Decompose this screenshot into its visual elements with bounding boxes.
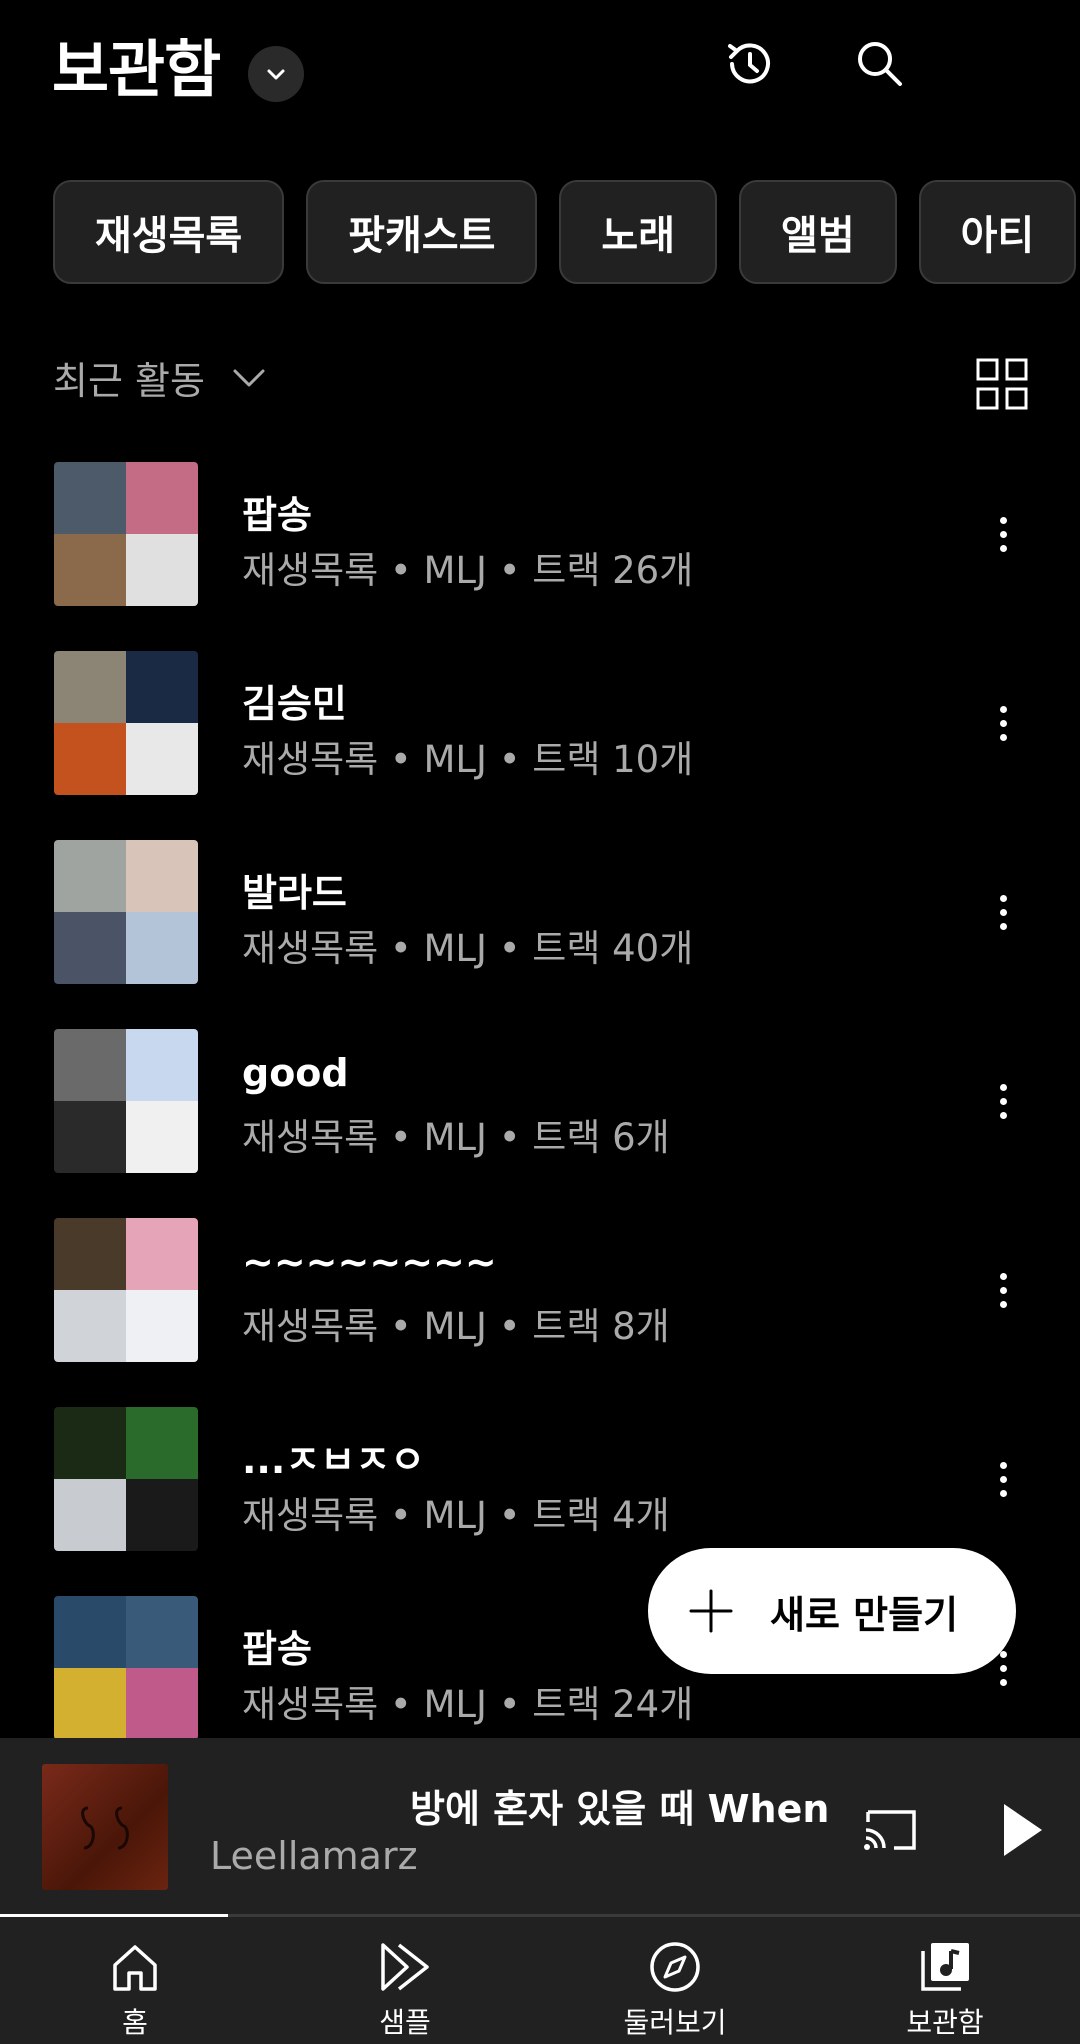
playlist-title: 김승민 <box>242 682 347 726</box>
playlist-subtitle: 재생목록 • MLJ • 트랙 6개 <box>242 1116 670 1159</box>
play-icon[interactable] <box>990 1794 1054 1866</box>
library-icon <box>921 1943 969 1991</box>
playlist-title: 발라드 <box>242 871 347 915</box>
list-item[interactable]: good 재생목록 • MLJ • 트랙 6개 <box>0 1029 1080 1218</box>
playlist-thumbnail <box>54 1407 198 1551</box>
chip-playlists[interactable]: 재생목록 <box>53 180 285 284</box>
nav-home-label: 홈 <box>122 2006 148 2039</box>
list-item[interactable]: 발라드 재생목록 • MLJ • 트랙 40개 <box>0 840 1080 1029</box>
playlist-subtitle: 재생목록 • MLJ • 트랙 40개 <box>242 927 694 970</box>
now-playing-artist: Leellamarz <box>210 1834 418 1878</box>
chip-artists[interactable]: 아티 <box>918 180 1077 284</box>
filter-chips: 재생목록 팟캐스트 노래 앨범 아티 <box>53 180 1077 284</box>
playlist-thumbnail <box>54 840 198 984</box>
playlist-subtitle: 재생목록 • MLJ • 트랙 8개 <box>242 1305 670 1348</box>
more-options-icon[interactable] <box>986 1258 1020 1322</box>
more-options-icon[interactable] <box>986 502 1020 566</box>
playlist-subtitle: 재생목록 • MLJ • 트랙 10개 <box>242 738 694 781</box>
page-title: 보관함 <box>52 33 221 106</box>
now-playing-title: 방에 혼자 있을 때 When Y <box>410 1787 830 1831</box>
history-icon <box>728 43 770 84</box>
grid-view-icon[interactable] <box>974 356 1030 412</box>
playlist-title: 팝송 <box>242 1627 312 1671</box>
chip-songs[interactable]: 노래 <box>559 180 718 284</box>
more-options-icon[interactable] <box>986 691 1020 755</box>
playlist-thumbnail <box>54 462 198 606</box>
playlist-thumbnail <box>54 1596 198 1740</box>
nav-samples[interactable]: 샘플 <box>270 1917 540 2044</box>
bottom-navigation: 홈 샘플 둘러보기 보관함 <box>0 1917 1080 2044</box>
list-item[interactable]: 팝송 재생목록 • MLJ • 트랙 26개 <box>0 462 1080 651</box>
chip-podcasts[interactable]: 팟캐스트 <box>306 180 538 284</box>
playlist-thumbnail <box>54 651 198 795</box>
mini-player[interactable]: 방에 혼자 있을 때 When Y Leellamarz <box>0 1738 1080 1916</box>
explore-icon <box>650 1942 700 1992</box>
home-icon <box>113 1945 157 1991</box>
playlist-thumbnail <box>54 1029 198 1173</box>
now-playing-artwork <box>42 1764 168 1890</box>
playlist-title: good <box>242 1051 349 1095</box>
playlist-title: ...ㅈㅂㅈㅇ <box>242 1438 426 1482</box>
create-new-button[interactable]: 새로 만들기 <box>648 1548 1016 1674</box>
sort-label: 최근 활동 <box>53 359 205 403</box>
nav-samples-label: 샘플 <box>379 2006 431 2039</box>
list-item[interactable]: 김승민 재생목록 • MLJ • 트랙 10개 <box>0 651 1080 840</box>
samples-icon <box>381 1943 429 1991</box>
nav-explore-label: 둘러보기 <box>623 2006 727 2039</box>
sort-dropdown[interactable]: 최근 활동 <box>53 350 267 405</box>
chevron-down-icon <box>233 369 265 386</box>
create-new-label: 새로 만들기 <box>770 1592 959 1637</box>
chevron-down-icon <box>267 69 285 80</box>
playlist-title: ~~~~~~~~ <box>242 1240 497 1284</box>
cast-icon[interactable] <box>858 1798 922 1862</box>
more-options-icon[interactable] <box>986 1069 1020 1133</box>
nav-home[interactable]: 홈 <box>0 1917 270 2044</box>
playlist-subtitle: 재생목록 • MLJ • 트랙 26개 <box>242 549 694 592</box>
search-button[interactable] <box>846 30 914 98</box>
chip-albums[interactable]: 앨범 <box>739 180 897 284</box>
more-options-icon[interactable] <box>986 880 1020 944</box>
playlist-subtitle: 재생목록 • MLJ • 트랙 4개 <box>242 1494 670 1537</box>
plus-icon <box>689 1589 733 1633</box>
library-dropdown-button[interactable] <box>248 46 304 102</box>
more-options-icon[interactable] <box>986 1447 1020 1511</box>
list-item[interactable]: ~~~~~~~~ 재생목록 • MLJ • 트랙 8개 <box>0 1218 1080 1407</box>
nav-library[interactable]: 보관함 <box>810 1917 1080 2044</box>
playlist-thumbnail <box>54 1218 198 1362</box>
search-icon <box>858 42 902 86</box>
playlist-title: 팝송 <box>242 493 312 537</box>
history-button[interactable] <box>716 30 784 98</box>
playlist-subtitle: 재생목록 • MLJ • 트랙 24개 <box>242 1683 694 1726</box>
nav-explore[interactable]: 둘러보기 <box>540 1917 810 2044</box>
nav-library-label: 보관함 <box>906 2006 984 2039</box>
